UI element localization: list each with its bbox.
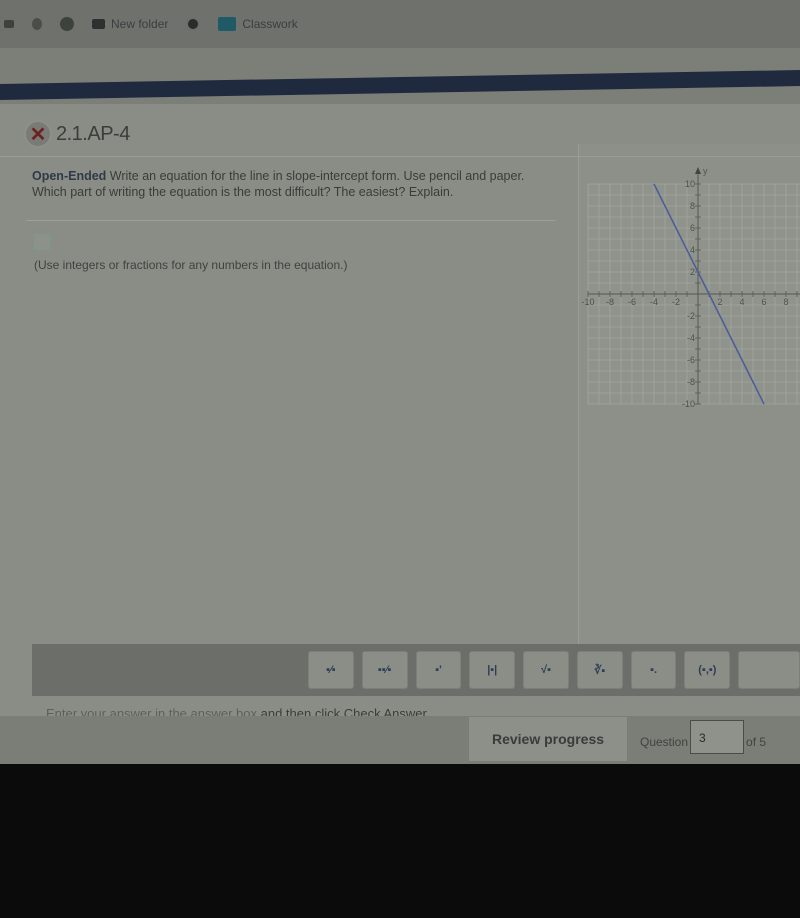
y-tick-label: 2: [690, 267, 695, 277]
y-tick-label: -6: [687, 355, 695, 365]
folder-icon: [92, 19, 105, 29]
coordinate-graph: y -10 -8 -6 -4 -2 2 4 6 8 10 8 6 4 2 -2 -4 -6 -8 -10: [578, 154, 800, 414]
y-tick-label: 10: [685, 179, 695, 189]
nth-root-button[interactable]: ∛▪: [576, 651, 623, 689]
question-type-label: Open-Ended: [32, 169, 107, 183]
question-content: ✕ 2.1.AP-4 Open-Ended Write an equation …: [0, 104, 800, 767]
y-tick-label: 6: [690, 223, 695, 233]
question-number-input[interactable]: 3: [690, 720, 745, 754]
screen-bezel: [0, 764, 800, 918]
y-axis-label: y: [703, 166, 708, 176]
bookmarks-bar: New folder Classwork: [0, 0, 800, 48]
incorrect-x-icon: ✕: [24, 120, 52, 148]
x-tick-label: 8: [783, 297, 788, 307]
globe-icon: [186, 17, 201, 31]
square-root-button[interactable]: √▪: [523, 651, 569, 689]
y-axis-arrow: [695, 167, 701, 174]
header-band: [0, 70, 800, 100]
question-label: Question: [640, 735, 689, 749]
divider: [26, 220, 556, 221]
bookmark-item[interactable]: [60, 17, 74, 31]
x-tick-label: -2: [672, 297, 680, 307]
bookmark-item[interactable]: [32, 18, 42, 30]
fraction-button[interactable]: ▪⁄▪: [308, 651, 354, 689]
bookmark-item[interactable]: [4, 20, 14, 28]
y-tick-label: -10: [682, 399, 695, 409]
x-tick-label: 2: [717, 297, 722, 307]
y-tick-label: -4: [687, 333, 695, 343]
answer-input[interactable]: [34, 234, 50, 250]
x-tick-label: -10: [581, 297, 594, 307]
y-tick-label: 8: [690, 201, 695, 211]
ordered-pair-button[interactable]: (▪,▪): [684, 651, 731, 689]
bookmark-classwork[interactable]: Classwork: [218, 17, 298, 31]
drive-icon: [60, 17, 74, 31]
question-prompt: Write an equation for the line in slope-…: [32, 169, 525, 199]
footer-bar: Review progress Question 3 of 5: [0, 716, 800, 764]
exponent-button[interactable]: ▪': [415, 651, 462, 689]
bookmark-label: Classwork: [242, 17, 298, 31]
bookmark-new-folder[interactable]: New folder: [92, 17, 168, 31]
y-tick-label: -2: [687, 311, 695, 321]
question-title: 2.1.AP-4: [56, 122, 130, 145]
bookmark-label: New folder: [111, 17, 169, 31]
y-tick-label: 4: [690, 245, 695, 255]
x-tick-label: -4: [650, 297, 658, 307]
review-progress-button[interactable]: Review progress: [468, 716, 628, 762]
x-tick-label: -6: [628, 297, 636, 307]
bookmark-icon: [4, 20, 14, 28]
subscript-button[interactable]: ▪.: [630, 651, 677, 689]
page: ✕ 2.1.AP-4 Open-Ended Write an equation …: [0, 48, 800, 767]
y-tick-label: -8: [687, 377, 695, 387]
bookmark-item[interactable]: [186, 17, 201, 31]
more-button[interactable]: More: [738, 651, 800, 689]
answer-hint: (Use integers or fractions for any numbe…: [34, 258, 348, 272]
absolute-value-button[interactable]: |▪|: [469, 651, 516, 689]
mixed-number-button[interactable]: ▪▪⁄▪: [361, 651, 408, 689]
question-header: ✕ 2.1.AP-4: [24, 120, 130, 148]
question-text: Open-Ended Write an equation for the lin…: [32, 168, 552, 200]
moon-icon: [32, 18, 42, 30]
classroom-icon: [218, 17, 237, 31]
x-tick-label: 6: [761, 297, 766, 307]
x-tick-label: 4: [739, 297, 744, 307]
math-toolbar: ▪⁄▪ ▪▪⁄▪ ▪' |▪| √▪ ∛▪ ▪. (▪,▪) More: [32, 644, 800, 696]
graph-svg: y -10 -8 -6 -4 -2 2 4 6 8 10 8 6 4 2 -2 -4 -6 -8 -10: [581, 166, 800, 409]
question-total: of 5: [746, 735, 767, 749]
question-navigator: Question 3 of 5: [640, 720, 767, 754]
x-tick-label: -8: [606, 297, 614, 307]
